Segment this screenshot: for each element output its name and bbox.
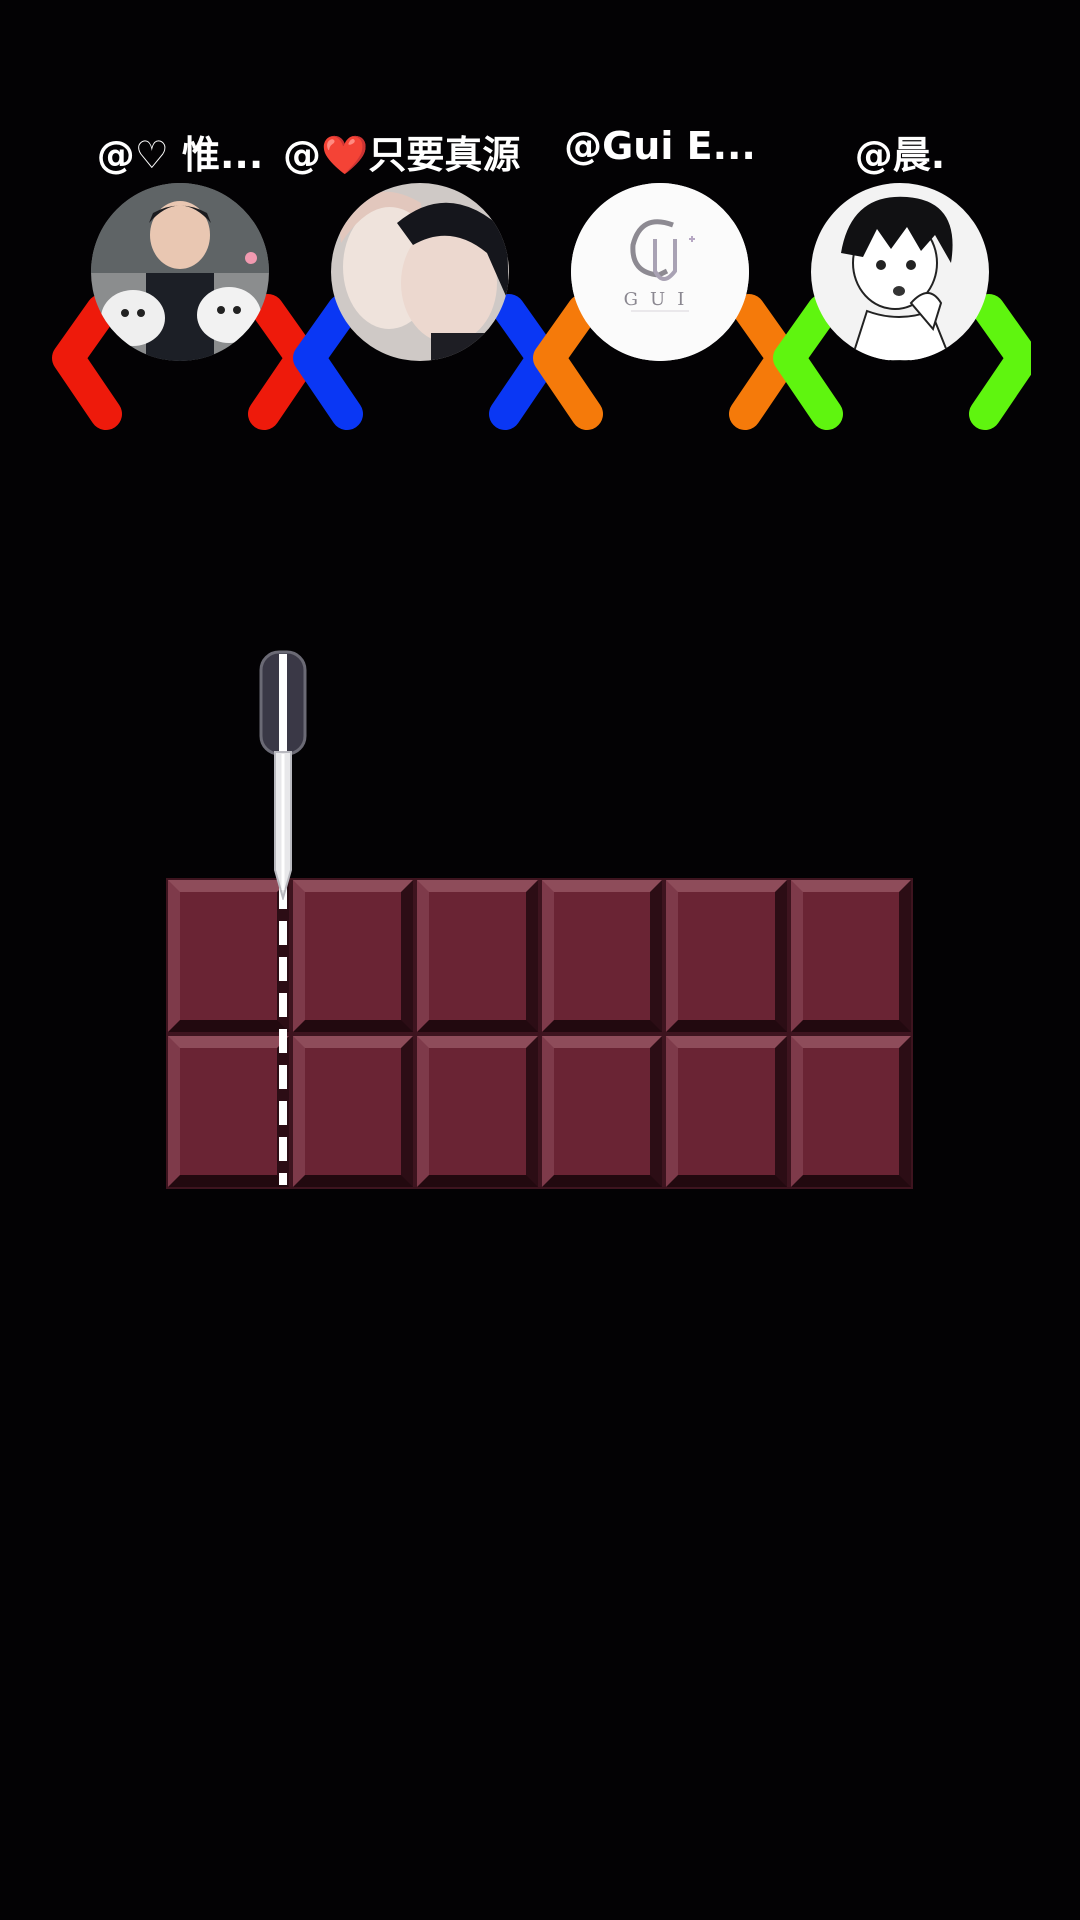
player-4-handle: @晨. [854, 133, 946, 177]
chocolate-piece[interactable] [790, 880, 911, 1032]
chocolate-piece[interactable] [417, 1035, 538, 1187]
player-2-handle: @❤️只要真源... [283, 133, 523, 177]
chocolate-piece[interactable] [666, 1035, 787, 1187]
player-3-avatar: GUI [571, 183, 749, 361]
player-1-avatar [91, 183, 269, 361]
chocolate-piece[interactable] [292, 1035, 413, 1187]
gui-logo-text: GUI [623, 289, 697, 310]
player-4-avatar [811, 183, 989, 361]
player-1-handle: @♡ 惟... [96, 133, 264, 177]
chocolate-piece[interactable] [790, 1035, 911, 1187]
chocolate-piece[interactable] [417, 880, 538, 1032]
player-2-avatar [331, 183, 509, 361]
knife-icon[interactable] [257, 650, 309, 900]
chocolate-piece[interactable] [292, 880, 413, 1032]
chocolate-piece[interactable] [541, 880, 662, 1032]
cut-guide-line [279, 885, 287, 1185]
chocolate-piece[interactable] [168, 1035, 289, 1187]
chocolate-piece[interactable] [666, 880, 787, 1032]
chocolate-piece[interactable] [168, 880, 289, 1032]
chocolate-piece[interactable] [541, 1035, 662, 1187]
player-3-handle: @Gui E... [564, 124, 756, 168]
